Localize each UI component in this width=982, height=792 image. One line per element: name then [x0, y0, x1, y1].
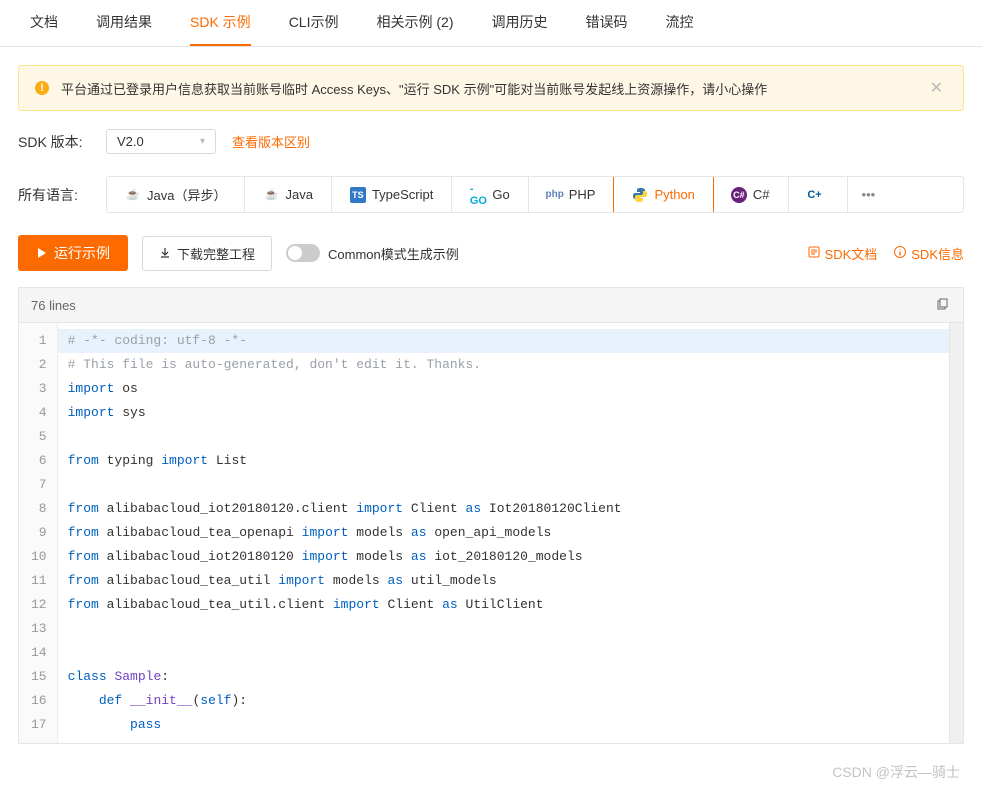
code-line-7[interactable]	[58, 473, 949, 497]
code-line-16[interactable]: def __init__(self):	[58, 689, 949, 713]
sdk-version-value: V2.0	[117, 134, 144, 149]
actions-bar: 运行示例 下载完整工程 Common模式生成示例 SDK文档 SDK信息	[0, 213, 982, 287]
go-icon: -GO	[470, 187, 486, 203]
lang-tab-go[interactable]: -GOGo	[452, 177, 528, 212]
languages-label: 所有语言:	[18, 185, 90, 205]
chevron-down-icon: ▾	[200, 136, 205, 147]
doc-links: SDK文档 SDK信息	[807, 244, 964, 263]
python-icon	[632, 187, 648, 203]
run-example-button[interactable]: 运行示例	[18, 235, 128, 271]
code-line-4[interactable]: import sys	[58, 401, 949, 425]
code-line-2[interactable]: # This file is auto-generated, don't edi…	[58, 353, 949, 377]
code-line-3[interactable]: import os	[58, 377, 949, 401]
close-icon[interactable]: ✕	[926, 78, 947, 98]
common-mode-toggle[interactable]	[286, 244, 320, 262]
download-icon	[159, 247, 171, 259]
lang-tab-php[interactable]: phpPHP	[529, 177, 615, 212]
typescript-icon: TS	[350, 187, 366, 203]
common-mode-label: Common模式生成示例	[328, 244, 459, 263]
code-line-14[interactable]	[58, 641, 949, 665]
code-line-1[interactable]: # -*- coding: utf-8 -*-	[58, 329, 949, 353]
copy-icon[interactable]	[933, 296, 951, 314]
code-line-5[interactable]	[58, 425, 949, 449]
tab-0[interactable]: 文档	[30, 0, 58, 46]
alert-text: 平台通过已登录用户信息获取当前账号临时 Access Keys、"运行 SDK …	[61, 79, 914, 98]
lines-count: 76 lines	[31, 298, 76, 313]
code-content[interactable]: # -*- coding: utf-8 -*-# This file is au…	[58, 323, 949, 743]
warning-icon: !	[35, 81, 49, 95]
lang-tab-ts[interactable]: TSTypeScript	[332, 177, 452, 212]
lang-tab-java[interactable]: ☕Java（异步）	[107, 177, 245, 212]
code-line-9[interactable]: from alibabacloud_tea_openapi import mod…	[58, 521, 949, 545]
code-line-10[interactable]: from alibabacloud_iot20180120 import mod…	[58, 545, 949, 569]
sdk-version-label: SDK 版本:	[18, 132, 90, 152]
csharp-icon: C#	[731, 187, 747, 203]
download-project-button[interactable]: 下载完整工程	[142, 236, 272, 271]
lang-tab-more[interactable]: •••	[848, 177, 890, 212]
tab-7[interactable]: 流控	[665, 0, 693, 46]
tab-1[interactable]: 调用结果	[96, 0, 152, 46]
info-icon	[893, 245, 907, 262]
code-body[interactable]: 1234567891011121314151617 # -*- coding: …	[19, 323, 963, 743]
play-icon	[36, 247, 48, 259]
language-row: 所有语言: ☕Java（异步）☕JavaTSTypeScript-GOGophp…	[0, 154, 982, 213]
java-icon: ☕	[125, 187, 141, 203]
code-line-12[interactable]: from alibabacloud_tea_util.client import…	[58, 593, 949, 617]
code-header: 76 lines	[19, 288, 963, 323]
lang-tab-java[interactable]: ☕Java	[245, 177, 331, 212]
code-line-11[interactable]: from alibabacloud_tea_util import models…	[58, 569, 949, 593]
code-line-15[interactable]: class Sample:	[58, 665, 949, 689]
warning-alert: ! 平台通过已登录用户信息获取当前账号临时 Access Keys、"运行 SD…	[18, 65, 964, 111]
common-mode-toggle-wrap: Common模式生成示例	[286, 244, 459, 263]
tab-5[interactable]: 调用历史	[491, 0, 547, 46]
book-icon	[807, 245, 821, 262]
sdk-doc-link[interactable]: SDK文档	[807, 244, 878, 263]
tab-2[interactable]: SDK 示例	[190, 0, 251, 46]
code-line-17[interactable]: pass	[58, 713, 949, 737]
cpp-icon: C+	[807, 187, 823, 203]
code-line-13[interactable]	[58, 617, 949, 641]
code-editor: 76 lines 1234567891011121314151617 # -*-…	[18, 287, 964, 744]
language-tabs: ☕Java（异步）☕JavaTSTypeScript-GOGophpPHPPyt…	[106, 176, 964, 213]
lang-tab-py[interactable]: Python	[613, 176, 713, 213]
code-line-8[interactable]: from alibabacloud_iot20180120.client imp…	[58, 497, 949, 521]
scrollbar-vertical[interactable]	[949, 323, 963, 743]
top-tabs: 文档调用结果 SDK 示例 CLI示例相关示例 (2) 调用历史错误码流控	[0, 0, 982, 47]
tab-3[interactable]: CLI示例	[289, 0, 339, 46]
lang-tab-cs[interactable]: C#C#	[713, 177, 789, 212]
line-gutter: 1234567891011121314151617	[19, 323, 58, 743]
version-diff-link[interactable]: 查看版本区别	[232, 132, 310, 151]
lang-tab-cpp[interactable]: C+	[789, 177, 848, 212]
sdk-version-select[interactable]: V2.0 ▾	[106, 129, 216, 154]
tab-4[interactable]: 相关示例 (2)	[376, 0, 453, 46]
sdk-info-link[interactable]: SDK信息	[893, 244, 964, 263]
watermark: CSDN @浮云—骑士	[832, 762, 960, 782]
code-line-6[interactable]: from typing import List	[58, 449, 949, 473]
tab-6[interactable]: 错误码	[585, 0, 627, 46]
php-icon: php	[547, 187, 563, 203]
java-icon: ☕	[263, 187, 279, 203]
sdk-version-row: SDK 版本: V2.0 ▾ 查看版本区别	[0, 111, 982, 154]
